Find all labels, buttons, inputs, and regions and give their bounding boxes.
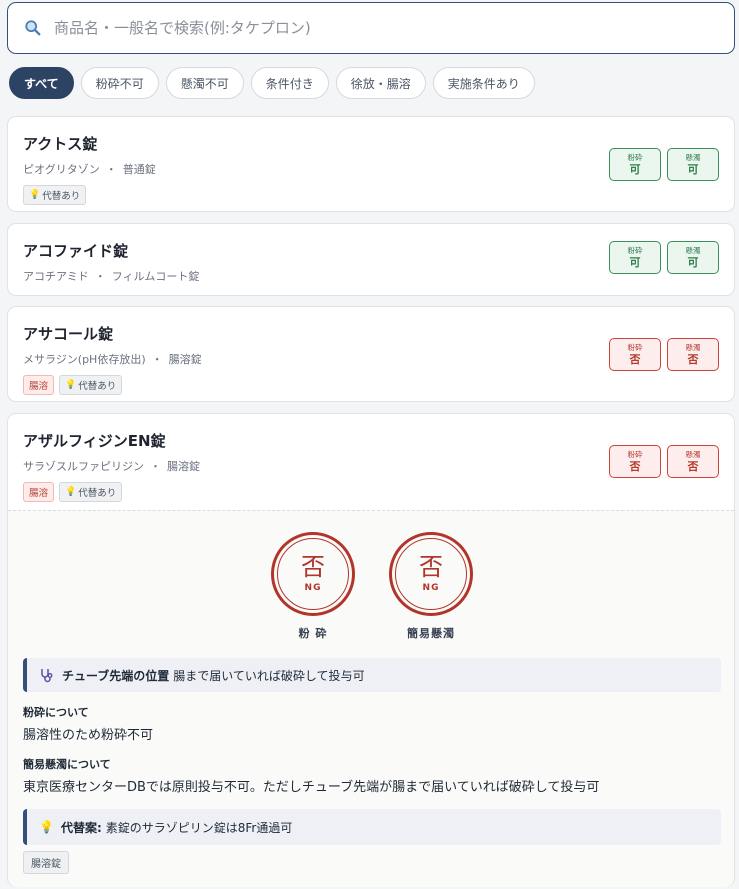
drug-tags: 腸溶 💡 代替あり <box>23 482 718 502</box>
stethoscope-icon <box>41 669 53 683</box>
crush-stamp-label: 粉 砕 <box>298 627 328 640</box>
drug-tags: 💡 代替あり <box>23 185 718 205</box>
filter-chip-no-crush[interactable]: 粉砕不可 <box>80 67 159 99</box>
crush-text: 腸溶性のため粉砕不可 <box>23 728 154 743</box>
lightbulb-icon: 💡 <box>39 820 54 834</box>
lightbulb-icon: 💡 <box>65 487 77 497</box>
crush-badge: 粉砕否 <box>609 445 661 478</box>
enteric-tag: 腸溶 <box>23 375 55 395</box>
suspend-text: 東京医療センターDBでは原則投与不可。ただしチューブ先端が腸まで届いていれば破砕… <box>23 780 600 795</box>
alternative-note: 💡 代替案: 素錠のサラゾピリン錠は8Fr通過可 <box>23 809 721 845</box>
search-bar[interactable] <box>7 2 735 54</box>
drug-card[interactable]: アコファイド錠 アコチアミド・フィルムコート錠 粉砕可 懸濁可 <box>7 223 735 296</box>
enteric-tag: 腸溶 <box>23 482 55 502</box>
crush-ng-stamp: 否 NG <box>271 532 355 616</box>
tube-position-note: チューブ先端の位置 腸まで届いていれば破砕して投与可 <box>23 658 721 692</box>
status-badges: 粉砕可 懸濁可 <box>609 148 719 181</box>
crush-badge: 粉砕可 <box>609 148 661 181</box>
search-icon <box>25 20 41 36</box>
drug-card[interactable]: アサコール錠 メサラジン(pH依存放出) ・腸溶錠 腸溶 💡 代替あり 粉砕否 懸濁… <box>7 306 735 402</box>
drug-tags: 腸溶 💡 代替あり <box>23 375 718 395</box>
drug-detail-panel: 否 NG 粉 砕 否 NG 簡易懸濁 チューブ先端の位置 腸まで届いていれば破砕し… <box>8 510 734 887</box>
drug-card[interactable]: アクトス錠 ピオグリタゾン・普通錠 💡 代替あり 粉砕可 懸濁可 <box>7 116 735 212</box>
status-badges: 粉砕否 懸濁否 <box>609 445 719 478</box>
crush-badge: 粉砕可 <box>609 241 661 274</box>
suspend-badge: 懸濁可 <box>667 241 719 274</box>
suspend-stamp-label: 簡易懸濁 <box>407 627 455 640</box>
suspend-heading: 簡易懸濁について <box>23 758 111 771</box>
suspend-badge: 懸濁否 <box>667 445 719 478</box>
filter-chips: すべて 粉砕不可 懸濁不可 条件付き 徐放・腸溶 実施条件あり <box>9 67 535 99</box>
lightbulb-icon: 💡 <box>65 380 77 390</box>
alt-available-tag: 💡 代替あり <box>59 482 123 502</box>
suspend-ng-stamp: 否 NG <box>389 532 473 616</box>
alt-available-tag: 💡 代替あり <box>23 185 87 205</box>
dosage-form-tag: 腸溶錠 <box>23 851 69 874</box>
filter-chip-conditional[interactable]: 条件付き <box>250 67 329 99</box>
status-badges: 粉砕可 懸濁可 <box>609 241 719 274</box>
filter-chip-has-conditions[interactable]: 実施条件あり <box>432 67 535 99</box>
alt-available-tag: 💡 代替あり <box>59 375 123 395</box>
crush-heading: 粉砕について <box>23 706 89 719</box>
suspend-badge: 懸濁否 <box>667 338 719 371</box>
status-badges: 粉砕否 懸濁否 <box>609 338 719 371</box>
filter-chip-sustained-enteric[interactable]: 徐放・腸溶 <box>335 67 426 99</box>
filter-chip-no-suspend[interactable]: 懸濁不可 <box>165 67 244 99</box>
lightbulb-icon: 💡 <box>29 190 41 200</box>
drug-card-expanded[interactable]: アザルフィジンEN錠 サラゾスルファピリジン・腸溶錠 腸溶 💡 代替あり 粉砕否 … <box>7 413 735 887</box>
search-input[interactable] <box>54 19 694 37</box>
crush-badge: 粉砕否 <box>609 338 661 371</box>
suspend-badge: 懸濁可 <box>667 148 719 181</box>
filter-chip-all[interactable]: すべて <box>9 67 74 99</box>
